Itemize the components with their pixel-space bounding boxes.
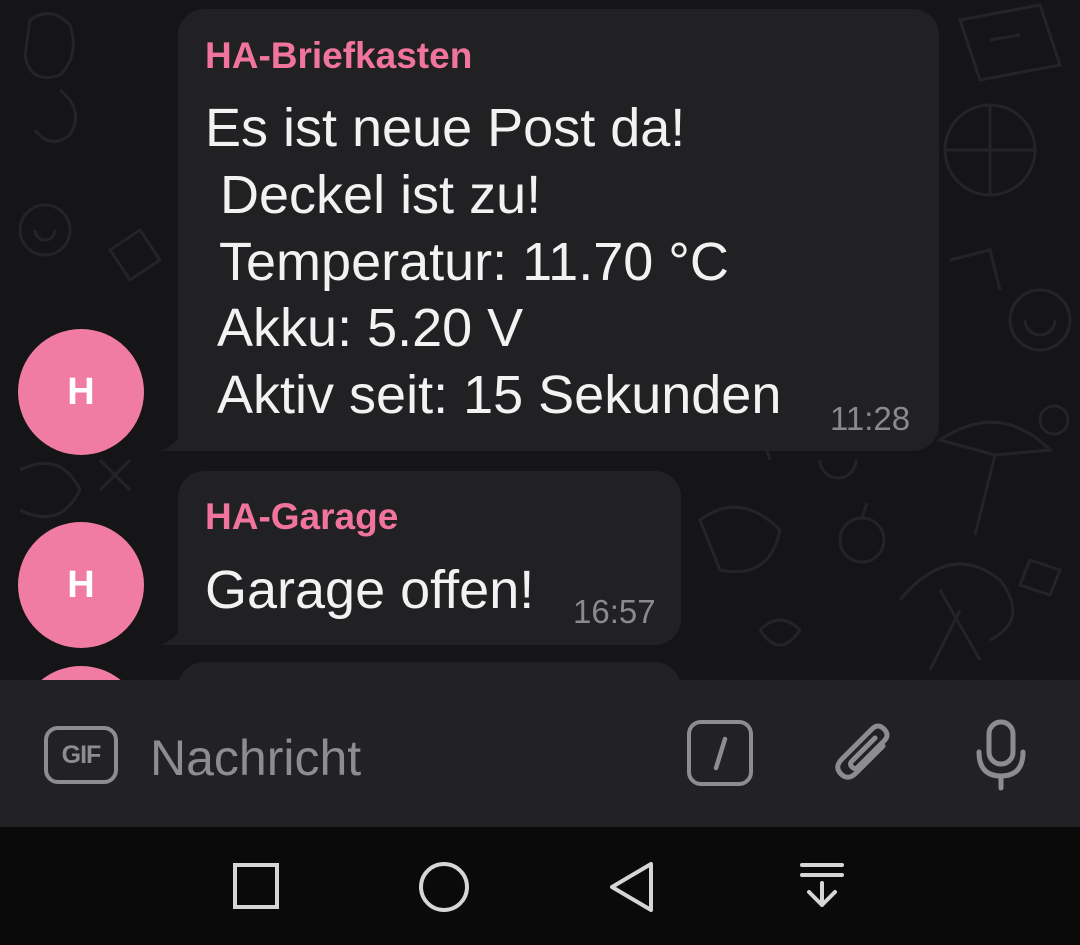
message-text-line: Garage offen! xyxy=(205,560,535,620)
system-navigation-bar xyxy=(0,827,1080,945)
message-text-line: Deckel ist zu! xyxy=(205,165,542,225)
message-bubble[interactable] xyxy=(178,662,681,680)
avatar-letter: H xyxy=(67,370,95,413)
microphone-icon[interactable] xyxy=(968,716,1034,794)
message-text-line: Aktiv seit: 15 Sekunden xyxy=(205,365,782,425)
chat-message-list[interactable]: H HA-Briefkasten Es ist neue Post da! De… xyxy=(0,0,1080,680)
message-bubble[interactable]: HA-Garage Garage offen! 16:57 xyxy=(178,471,681,645)
message-timestamp: 16:57 xyxy=(573,593,656,630)
avatar-letter: H xyxy=(67,563,95,606)
message-sender-name[interactable]: HA-Garage xyxy=(205,496,398,538)
telegram-chat-screen: H HA-Briefkasten Es ist neue Post da! De… xyxy=(0,0,1080,945)
triangle-back-icon[interactable] xyxy=(607,860,657,914)
message-text-line: Akku: 5.20 V xyxy=(205,298,524,358)
message-text-line: Temperatur: 11.70 °C xyxy=(205,232,729,292)
circle-home-icon[interactable] xyxy=(417,860,471,914)
notification-pulldown-icon[interactable] xyxy=(798,861,846,911)
message-timestamp: 11:28 xyxy=(830,400,911,437)
slash-command-icon xyxy=(713,736,728,771)
message-input[interactable] xyxy=(150,722,650,794)
sender-avatar[interactable]: H xyxy=(18,329,144,455)
square-recents-icon[interactable] xyxy=(232,862,280,910)
message-sender-name[interactable]: HA-Briefkasten xyxy=(205,35,472,77)
gif-button[interactable]: GIF xyxy=(44,726,118,784)
sender-avatar[interactable]: H xyxy=(18,522,144,648)
gif-label: GIF xyxy=(61,740,102,769)
bot-command-button[interactable] xyxy=(687,720,753,786)
paperclip-icon[interactable] xyxy=(828,716,900,792)
message-bubble[interactable]: HA-Briefkasten Es ist neue Post da! Deck… xyxy=(178,9,939,451)
message-text-line: Es ist neue Post da! xyxy=(205,98,686,158)
